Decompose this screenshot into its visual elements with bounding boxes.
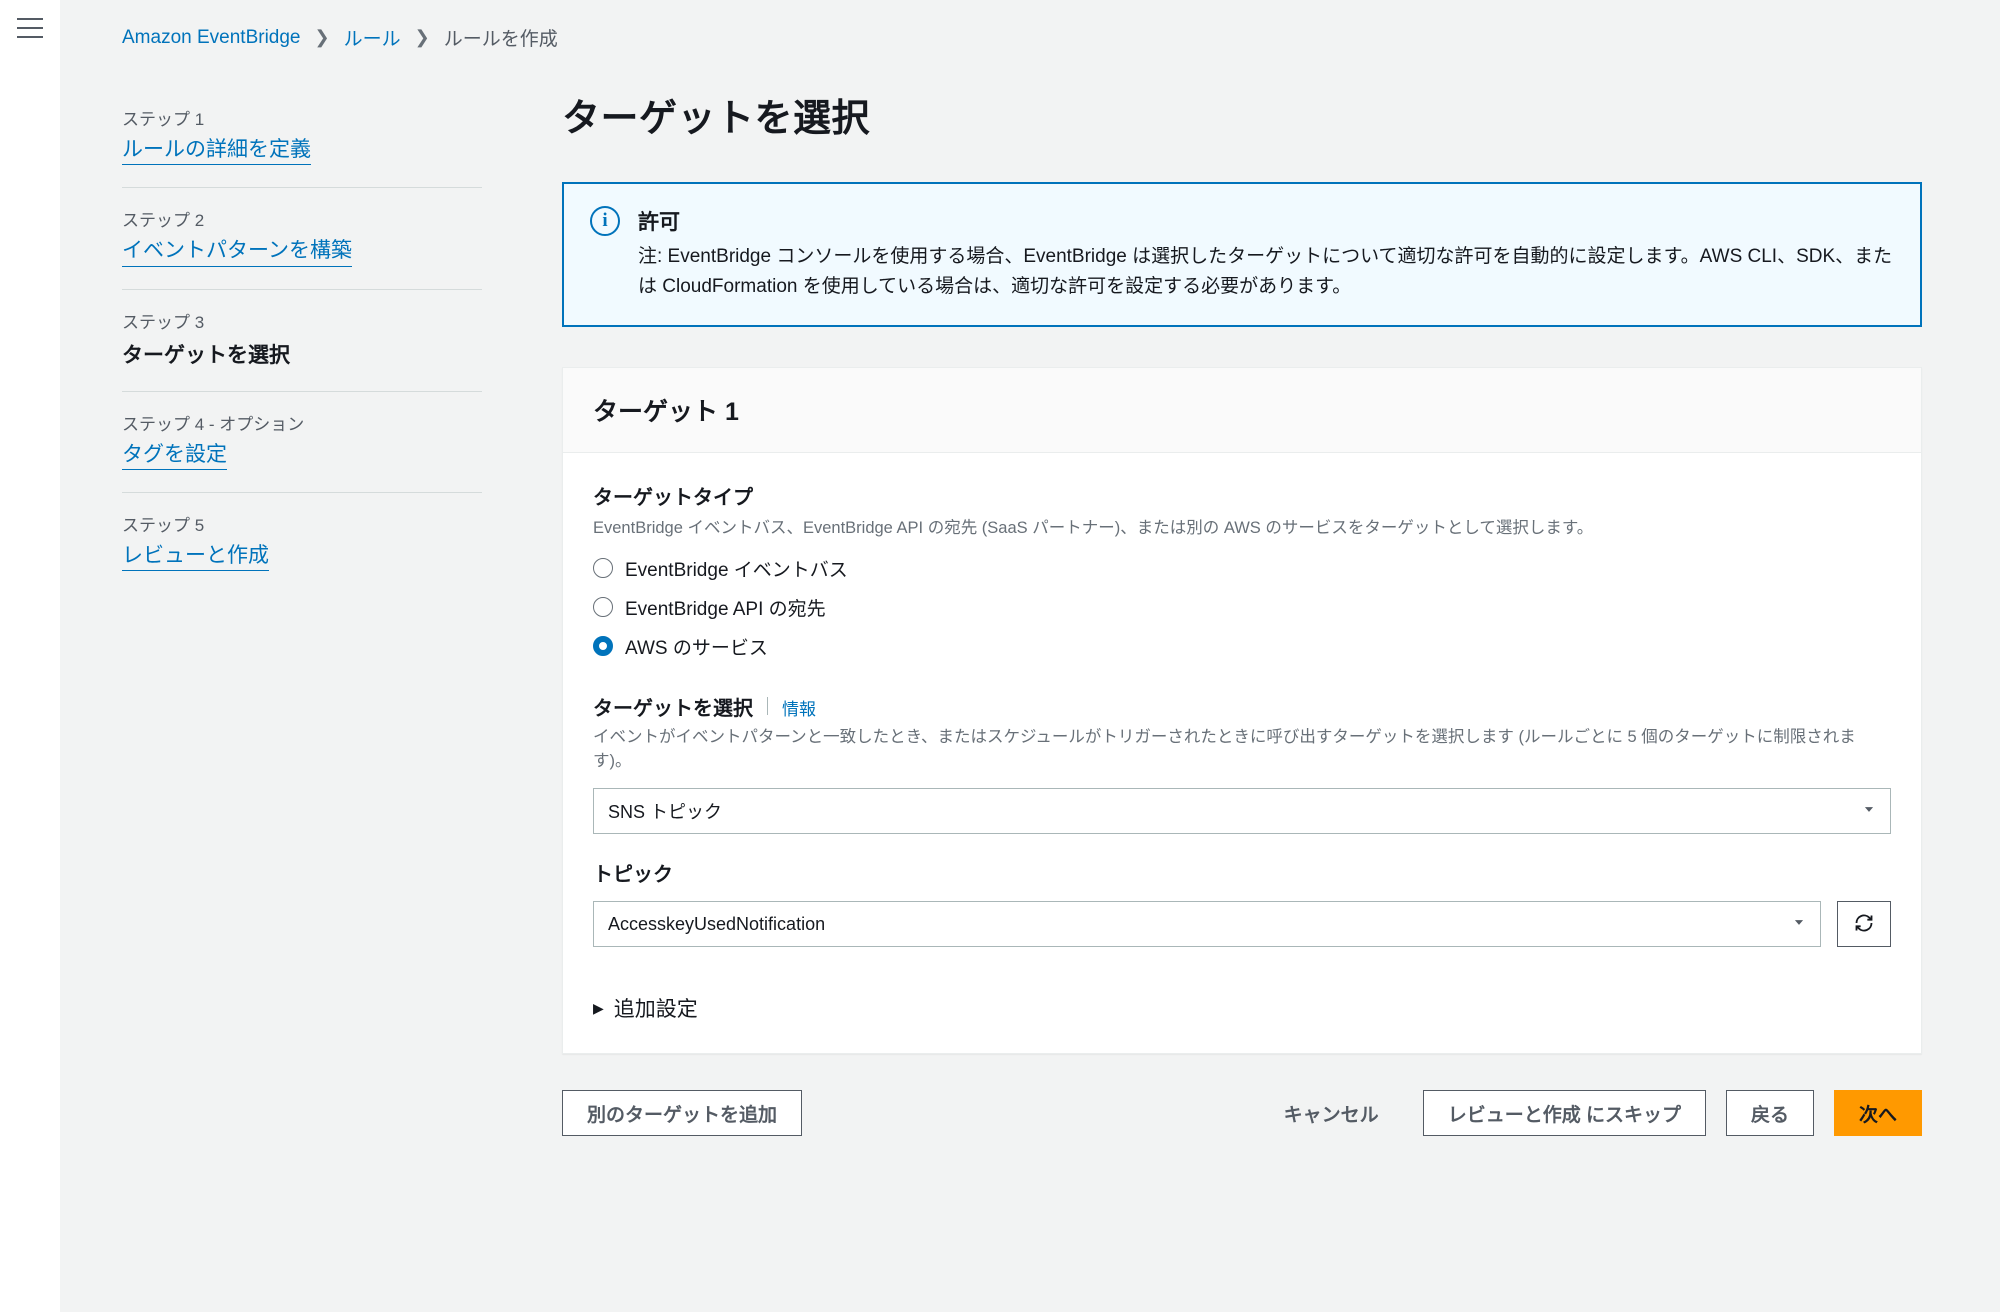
target-panel: ターゲット 1 ターゲットタイプ EventBridge イベントバス、Even… bbox=[562, 367, 1922, 1054]
info-title: 許可 bbox=[638, 206, 1894, 236]
step-current-select-target: ターゲットを選択 bbox=[122, 339, 482, 369]
permissions-info-box: i 許可 注: EventBridge コンソールを使用する場合、EventBr… bbox=[562, 182, 1922, 327]
add-another-target-button[interactable]: 別のターゲットを追加 bbox=[562, 1090, 802, 1136]
step-label: ステップ 1 bbox=[122, 105, 482, 130]
skip-to-review-button[interactable]: レビューと作成 にスキップ bbox=[1423, 1090, 1706, 1136]
menu-icon[interactable] bbox=[17, 18, 43, 38]
page-title: ターゲットを選択 bbox=[562, 87, 1922, 142]
info-link[interactable]: 情報 bbox=[782, 695, 816, 720]
chevron-right-icon: ❯ bbox=[415, 27, 430, 48]
target-type-radio-group: EventBridge イベントバス EventBridge API の宛先 A… bbox=[593, 555, 1891, 660]
refresh-button[interactable] bbox=[1837, 901, 1891, 947]
info-body: 注: EventBridge コンソールを使用する場合、EventBridge … bbox=[638, 242, 1894, 303]
radio-eventbridge-bus[interactable]: EventBridge イベントバス bbox=[593, 555, 1891, 582]
footer-actions: 別のターゲットを追加 キャンセル レビューと作成 にスキップ 戻る 次へ bbox=[562, 1090, 1922, 1136]
radio-aws-service[interactable]: AWS のサービス bbox=[593, 633, 1891, 660]
step-link-review-create[interactable]: レビューと作成 bbox=[122, 542, 269, 571]
radio-icon bbox=[593, 558, 613, 578]
additional-settings-toggle[interactable]: ▶ 追加設定 bbox=[593, 993, 1891, 1023]
target-heading: ターゲット 1 bbox=[593, 392, 1891, 428]
step-link-configure-tags[interactable]: タグを設定 bbox=[122, 441, 227, 470]
step-link-define-details[interactable]: ルールの詳細を定義 bbox=[122, 136, 311, 165]
radio-icon bbox=[593, 636, 613, 656]
chevron-right-icon: ❯ bbox=[315, 27, 330, 48]
breadcrumb-rules[interactable]: ルール bbox=[344, 24, 401, 51]
caret-down-icon bbox=[1862, 801, 1876, 822]
step-label: ステップ 5 bbox=[122, 511, 482, 536]
breadcrumb: Amazon EventBridge ❯ ルール ❯ ルールを作成 bbox=[122, 24, 1956, 51]
step-label: ステップ 2 bbox=[122, 206, 482, 231]
target-type-label: ターゲットタイプ bbox=[593, 481, 1891, 510]
refresh-icon bbox=[1854, 913, 1874, 936]
topic-value: AccesskeyUsedNotification bbox=[608, 914, 825, 935]
radio-icon bbox=[593, 597, 613, 617]
breadcrumb-service[interactable]: Amazon EventBridge bbox=[122, 27, 301, 49]
back-button[interactable]: 戻る bbox=[1726, 1090, 1814, 1136]
wizard-steps: ステップ 1 ルールの詳細を定義 ステップ 2 イベントパターンを構築 ステップ… bbox=[122, 87, 482, 593]
cancel-button[interactable]: キャンセル bbox=[1260, 1090, 1403, 1136]
breadcrumb-current: ルールを作成 bbox=[444, 24, 558, 51]
select-target-label: ターゲットを選択 bbox=[593, 692, 753, 721]
next-button[interactable]: 次へ bbox=[1834, 1090, 1922, 1136]
target-service-value: SNS トピック bbox=[608, 798, 722, 824]
step-label: ステップ 4 - オプション bbox=[122, 410, 482, 435]
step-label: ステップ 3 bbox=[122, 308, 482, 333]
step-link-build-pattern[interactable]: イベントパターンを構築 bbox=[122, 237, 352, 266]
target-service-select[interactable]: SNS トピック bbox=[593, 788, 1891, 834]
target-type-help: EventBridge イベントバス、EventBridge API の宛先 (… bbox=[593, 516, 1891, 541]
info-icon: i bbox=[590, 206, 620, 236]
caret-down-icon bbox=[1792, 914, 1806, 935]
triangle-right-icon: ▶ bbox=[593, 1000, 604, 1017]
select-target-help: イベントがイベントパターンと一致したとき、またはスケジュールがトリガーされたとき… bbox=[593, 725, 1891, 775]
radio-eventbridge-api[interactable]: EventBridge API の宛先 bbox=[593, 594, 1891, 621]
topic-label: トピック bbox=[593, 858, 1891, 887]
topic-select[interactable]: AccesskeyUsedNotification bbox=[593, 901, 1821, 947]
